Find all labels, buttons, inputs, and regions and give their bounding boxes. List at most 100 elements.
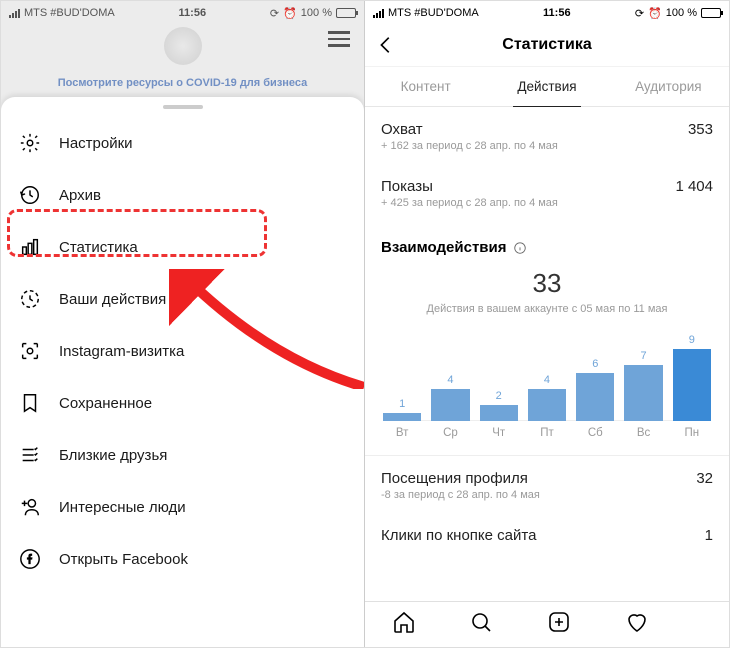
bar-value: 1 bbox=[399, 398, 405, 411]
reach-sub: + 162 за период с 28 апр. по 4 мая bbox=[381, 140, 713, 164]
menu-item-settings[interactable]: Настройки bbox=[1, 117, 364, 169]
interactions-bar-chart: 1 4 2 4 6 7 9 Вт Ср Чт Пт Сб Вс Пн bbox=[381, 333, 713, 439]
profile-visits-label: Посещения профиля bbox=[381, 470, 528, 487]
menu-label: Настройки bbox=[59, 135, 133, 152]
bar-label: Пт bbox=[540, 427, 554, 439]
sheet-handle[interactable] bbox=[163, 105, 203, 109]
profile-visits-row[interactable]: Посещения профиля 32 bbox=[381, 456, 713, 489]
menu-label: Открыть Facebook bbox=[59, 551, 188, 568]
reach-label: Охват bbox=[381, 121, 423, 138]
stats-icon bbox=[19, 236, 41, 258]
interactions-count: 33 bbox=[381, 268, 713, 299]
bar-rect bbox=[431, 389, 469, 421]
covid-banner[interactable]: Посмотрите ресурсы о COVID-19 для бизнес… bbox=[1, 77, 364, 89]
bar-label: Ср bbox=[443, 427, 458, 439]
bar-Сб: 6 bbox=[576, 358, 614, 421]
page-title: Статистика bbox=[502, 36, 591, 54]
bar-rect bbox=[528, 389, 566, 421]
bar-Вт: 1 bbox=[383, 398, 421, 421]
interactions-sub: Действия в вашем аккаунте с 05 мая по 11… bbox=[381, 303, 713, 315]
menu-item-archive[interactable]: Архив bbox=[1, 169, 364, 221]
battery-pct: 100 % bbox=[301, 7, 332, 19]
battery-pct: 100 % bbox=[666, 7, 697, 19]
bar-label: Сб bbox=[588, 427, 603, 439]
status-bar: MTS #BUD'DOMA 11:56 ⟳ ⏰ 100 % bbox=[365, 1, 729, 23]
impressions-row[interactable]: Показы 1 404 bbox=[381, 164, 713, 197]
bar-label: Вт bbox=[396, 427, 409, 439]
bar-rect bbox=[624, 365, 662, 421]
facebook-icon bbox=[19, 548, 41, 570]
bar-label: Вс bbox=[637, 427, 650, 439]
info-icon[interactable] bbox=[513, 241, 527, 255]
menu-item-nametag[interactable]: Instagram-визитка bbox=[1, 325, 364, 377]
activity-icon bbox=[19, 288, 41, 310]
clock: 11:56 bbox=[179, 7, 207, 19]
tab-content[interactable]: Контент bbox=[365, 67, 486, 106]
avatar bbox=[164, 27, 202, 65]
menu-item-activity[interactable]: Ваши действия bbox=[1, 273, 364, 325]
insights-tabs: Контент Действия Аудитория bbox=[365, 67, 729, 107]
nav-new-post[interactable] bbox=[547, 610, 571, 639]
menu-label: Сохраненное bbox=[59, 395, 152, 412]
bar-rect bbox=[480, 405, 518, 421]
menu-label: Статистика bbox=[59, 239, 138, 256]
bar-Ср: 4 bbox=[431, 374, 469, 421]
profile-visits-sub: -8 за период с 28 апр. по 4 мая bbox=[381, 489, 713, 513]
menu-item-open-facebook[interactable]: Открыть Facebook bbox=[1, 533, 364, 585]
impressions-value: 1 404 bbox=[675, 178, 713, 195]
rotation-lock-icon: ⟳ bbox=[270, 7, 279, 20]
bar-label: Чт bbox=[492, 427, 505, 439]
menu-item-saved[interactable]: Сохраненное bbox=[1, 377, 364, 429]
site-clicks-label: Клики по кнопке сайта bbox=[381, 527, 536, 544]
hamburger-icon[interactable] bbox=[328, 31, 350, 47]
add-person-icon bbox=[19, 496, 41, 518]
nav-home[interactable] bbox=[392, 610, 416, 639]
battery-icon bbox=[336, 8, 356, 18]
menu-item-close-friends[interactable]: Близкие друзья bbox=[1, 429, 364, 481]
archive-icon bbox=[19, 184, 41, 206]
bar-value: 2 bbox=[496, 390, 502, 403]
bar-Вс: 7 bbox=[624, 350, 662, 421]
menu-label: Архив bbox=[59, 187, 101, 204]
alarm-icon: ⏰ bbox=[283, 7, 297, 20]
back-button[interactable] bbox=[375, 34, 397, 61]
bar-Чт: 2 bbox=[480, 390, 518, 421]
signal-icon bbox=[373, 9, 384, 18]
search-icon bbox=[469, 610, 493, 634]
nav-search[interactable] bbox=[469, 610, 493, 639]
bar-value: 4 bbox=[544, 374, 550, 387]
impressions-label: Показы bbox=[381, 178, 433, 195]
bar-rect bbox=[383, 413, 421, 421]
reach-row[interactable]: Охват 353 bbox=[381, 107, 713, 140]
signal-icon bbox=[9, 9, 20, 18]
bar-value: 4 bbox=[447, 374, 453, 387]
menu-label: Близкие друзья bbox=[59, 447, 167, 464]
interactions-title-text: Взаимодействия bbox=[381, 239, 507, 256]
heart-icon bbox=[625, 610, 649, 634]
tab-actions[interactable]: Действия bbox=[486, 67, 607, 106]
bar-value: 6 bbox=[592, 358, 598, 371]
alarm-icon: ⏰ bbox=[648, 7, 662, 20]
status-bar: MTS #BUD'DOMA 11:56 ⟳ ⏰ 100 % bbox=[1, 1, 364, 23]
menu-item-discover-people[interactable]: Интересные люди bbox=[1, 481, 364, 533]
tab-audience[interactable]: Аудитория bbox=[608, 67, 729, 106]
bar-value: 9 bbox=[689, 334, 695, 347]
bar-label: Пн bbox=[685, 427, 700, 439]
bar-Пт: 4 bbox=[528, 374, 566, 421]
site-clicks-value: 1 bbox=[705, 527, 713, 544]
bar-Пн: 9 bbox=[673, 334, 711, 421]
bottom-nav bbox=[365, 601, 729, 647]
close-friends-icon bbox=[19, 444, 41, 466]
menu-item-stats[interactable]: Статистика bbox=[1, 221, 364, 273]
interactions-title: Взаимодействия bbox=[381, 221, 713, 260]
insights-header: Статистика bbox=[365, 23, 729, 67]
impressions-sub: + 425 за период с 28 апр. по 4 мая bbox=[381, 197, 713, 221]
gear-icon bbox=[19, 132, 41, 154]
bar-value: 7 bbox=[640, 350, 646, 363]
nav-activity[interactable] bbox=[625, 610, 649, 639]
menu-label: Интересные люди bbox=[59, 499, 186, 516]
site-clicks-row[interactable]: Клики по кнопке сайта 1 bbox=[381, 513, 713, 550]
menu-sheet: Настройки Архив Статистика Ваши действия… bbox=[1, 97, 364, 647]
bar-rect bbox=[673, 349, 711, 421]
nametag-icon bbox=[19, 340, 41, 362]
